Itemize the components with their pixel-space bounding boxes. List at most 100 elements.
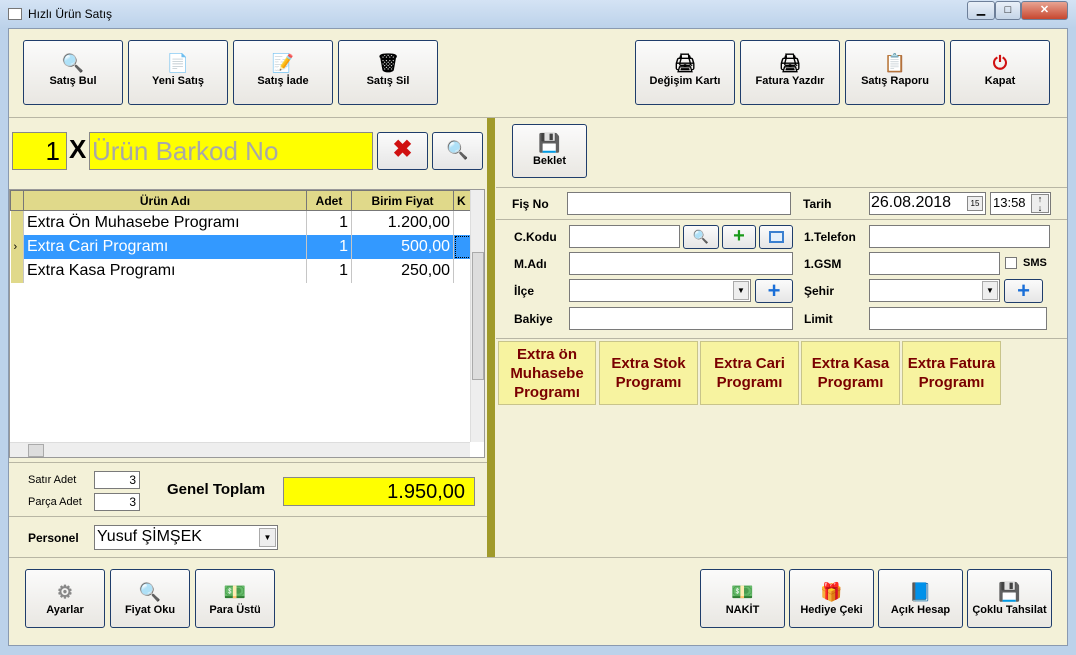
divider: [9, 516, 487, 517]
cell-qty[interactable]: 1: [306, 210, 352, 235]
row-count-field: 3: [94, 471, 140, 489]
calendar-icon[interactable]: 15: [967, 196, 983, 211]
table-row[interactable]: Extra Ön Muhasebe Programı 1 1.200,00: [10, 210, 472, 235]
new-document-icon: 📄: [166, 53, 190, 73]
staff-select[interactable]: Yusuf ŞİMŞEK ▼: [94, 525, 278, 550]
report-icon: 📋: [883, 53, 907, 73]
chevron-down-icon[interactable]: ▼: [982, 281, 998, 300]
row-count-label: Satır Adet: [28, 474, 77, 486]
cell-price[interactable]: 1.200,00: [351, 210, 454, 235]
printer-icon: 🖨: [778, 53, 802, 73]
row-indicator[interactable]: [10, 210, 24, 235]
beklet-button[interactable]: 💾 Beklet: [512, 124, 587, 178]
nakit-button[interactable]: 💵 NAKİT: [700, 569, 785, 628]
para-ustu-button[interactable]: 💵 Para Üstü: [195, 569, 275, 628]
close-window-button[interactable]: ✕: [1021, 1, 1068, 20]
kapat-button[interactable]: ⏻ Kapat: [950, 40, 1050, 105]
cell-k[interactable]: [453, 210, 472, 235]
panel-splitter[interactable]: [487, 118, 495, 557]
col-urun-adi[interactable]: Ürün Adı: [23, 190, 307, 211]
degisim-karti-button[interactable]: 🖨 Değişim Kartı: [635, 40, 735, 105]
power-icon: ⏻: [992, 53, 1008, 73]
piece-count-field: 3: [94, 493, 140, 511]
yeni-satis-button[interactable]: 📄 Yeni Satış: [128, 40, 228, 105]
product-button-fatura[interactable]: Extra Fatura Programı: [902, 341, 1001, 405]
city-add-button[interactable]: +: [1004, 279, 1043, 303]
customer-window-button[interactable]: [759, 225, 793, 249]
customer-name-input[interactable]: [569, 252, 793, 275]
col-k[interactable]: K: [453, 190, 472, 211]
maximize-button[interactable]: □: [995, 1, 1021, 20]
chevron-down-icon[interactable]: ▼: [733, 281, 749, 300]
cell-name[interactable]: Extra Cari Programı: [23, 234, 307, 259]
table-row[interactable]: Extra Kasa Programı 1 250,00: [10, 258, 472, 283]
multiply-sign: X: [69, 134, 87, 164]
plus-icon: +: [733, 225, 745, 247]
ayarlar-button[interactable]: ⚙ Ayarlar: [25, 569, 105, 628]
customer-name-label: M.Adı: [514, 257, 547, 271]
minimize-button[interactable]: ▁: [967, 1, 995, 20]
cell-price[interactable]: 250,00: [351, 258, 454, 283]
product-button-on-muhasebe[interactable]: Extra ön Muhasebe Programı: [498, 341, 596, 405]
fiyat-oku-button[interactable]: 🔍 Fiyat Oku: [110, 569, 190, 628]
cell-k[interactable]: [453, 234, 472, 259]
window-title: Hızlı Ürün Satış: [28, 7, 113, 21]
product-grid[interactable]: Ürün Adı Adet Birim Fiyat K Extra Ön Muhase…: [9, 189, 485, 458]
product-button-cari[interactable]: Extra Cari Programı: [700, 341, 799, 405]
time-picker[interactable]: 13:58 ↑ ↓: [990, 192, 1051, 215]
cell-name[interactable]: Extra Ön Muhasebe Programı: [23, 210, 307, 235]
chevron-down-icon[interactable]: ▼: [259, 528, 276, 547]
satis-bul-button[interactable]: 🔍 Satış Bul: [23, 40, 123, 105]
satis-iade-button[interactable]: 📝 Satış İade: [233, 40, 333, 105]
col-birim-fiyat[interactable]: Birim Fiyat: [351, 190, 454, 211]
district-label: İlçe: [514, 284, 535, 298]
gsm-label: 1.GSM: [804, 257, 842, 271]
sms-checkbox[interactable]: [1005, 257, 1017, 269]
cell-name[interactable]: Extra Kasa Programı: [23, 258, 307, 283]
delete-x-icon: ✖: [392, 136, 413, 163]
balance-input[interactable]: [569, 307, 793, 330]
gsm-input[interactable]: [869, 252, 1000, 275]
customer-add-button[interactable]: +: [722, 225, 756, 249]
phone-input[interactable]: [869, 225, 1050, 248]
date-picker[interactable]: 26.08.2018 15: [869, 192, 986, 215]
divider: [496, 219, 1067, 220]
search-icon: 🔍: [446, 140, 469, 160]
barcode-input[interactable]: Ürün Barkod No: [89, 132, 373, 170]
spinner-icon[interactable]: ↑ ↓: [1031, 194, 1049, 213]
satis-sil-button[interactable]: 🗑 Satış Sil: [338, 40, 438, 105]
fatura-yazdir-button[interactable]: 🖨 Fatura Yazdır: [740, 40, 840, 105]
staff-label: Personel: [28, 531, 79, 545]
table-row-selected[interactable]: › Extra Cari Programı 1 500,00: [10, 234, 472, 259]
cell-qty[interactable]: 1: [306, 258, 352, 283]
customer-search-button[interactable]: 🔍: [683, 225, 719, 249]
cell-k[interactable]: [453, 258, 472, 283]
cell-qty[interactable]: 1: [306, 234, 352, 259]
hediye-ceki-button[interactable]: 🎁 Hediye Çeki: [789, 569, 874, 628]
acik-hesap-button[interactable]: 📘 Açık Hesap: [878, 569, 963, 628]
limit-input[interactable]: [869, 307, 1047, 330]
clear-barcode-button[interactable]: ✖: [377, 132, 428, 170]
search-barcode-button[interactable]: 🔍: [432, 132, 483, 170]
coklu-tahsilat-button[interactable]: 💾 Çoklu Tahsilat: [967, 569, 1052, 628]
customer-code-input[interactable]: [569, 225, 680, 248]
staff-value: Yusuf ŞİMŞEK: [97, 528, 202, 545]
city-select[interactable]: ▼: [869, 279, 1000, 302]
quantity-input[interactable]: 1: [12, 132, 67, 170]
scroll-thumb[interactable]: [472, 252, 484, 380]
money-icon: 💵: [223, 582, 247, 602]
satis-raporu-button[interactable]: 📋 Satış Raporu: [845, 40, 945, 105]
district-add-button[interactable]: +: [755, 279, 793, 303]
vertical-scrollbar[interactable]: [470, 190, 484, 442]
cell-price[interactable]: 500,00: [351, 234, 454, 259]
title-bar: [0, 0, 1076, 28]
scroll-thumb[interactable]: [28, 444, 44, 457]
receipt-no-input[interactable]: [567, 192, 791, 215]
product-button-kasa[interactable]: Extra Kasa Programı: [801, 341, 900, 405]
col-adet[interactable]: Adet: [306, 190, 352, 211]
horizontal-scrollbar[interactable]: [10, 442, 470, 457]
row-indicator[interactable]: [10, 258, 24, 283]
product-button-stok[interactable]: Extra Stok Programı: [599, 341, 698, 405]
row-indicator[interactable]: ›: [10, 234, 24, 259]
district-select[interactable]: ▼: [569, 279, 751, 302]
